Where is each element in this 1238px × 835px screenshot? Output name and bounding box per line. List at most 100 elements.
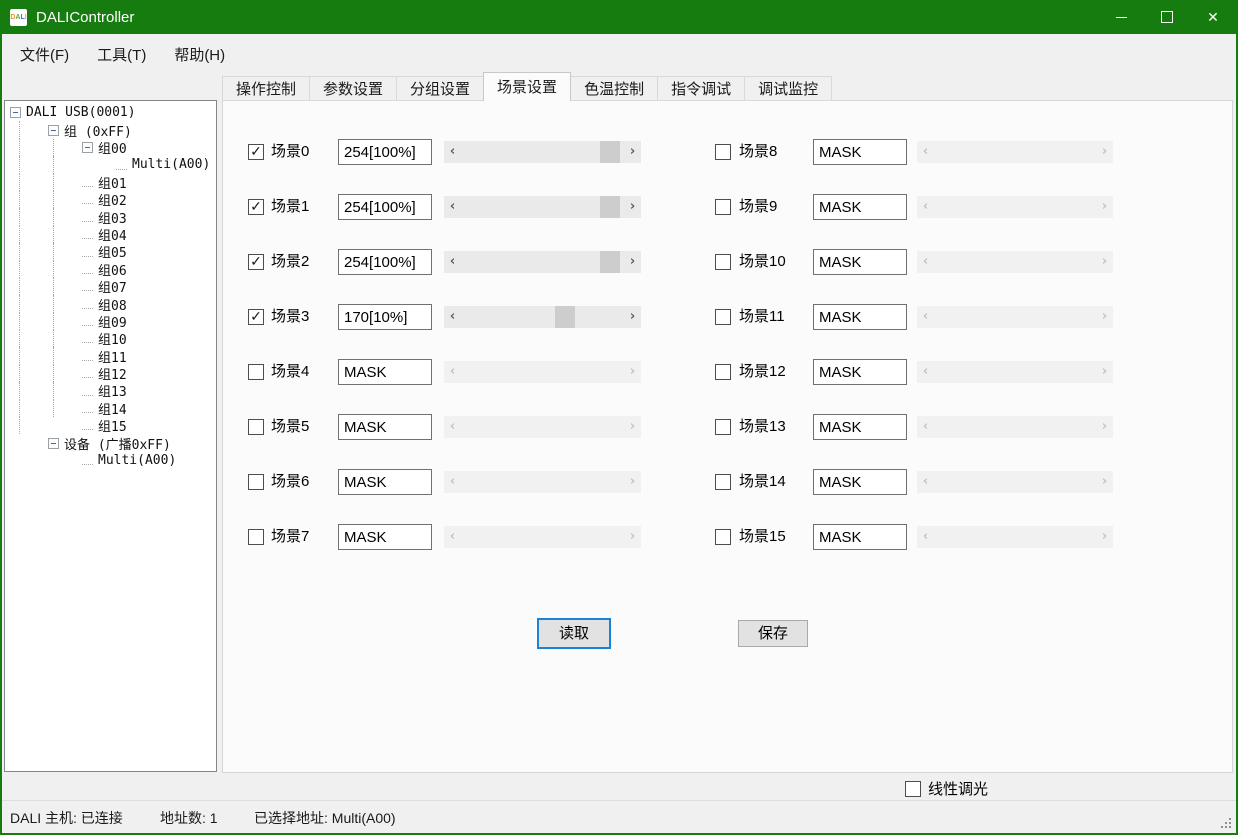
- minimize-button[interactable]: [1098, 0, 1144, 34]
- tree-item[interactable]: 组10: [5, 330, 216, 347]
- scene-row: ✓场景4‹›: [248, 359, 642, 385]
- scene-value-input[interactable]: [813, 139, 907, 165]
- scene-checkbox[interactable]: ✓: [715, 419, 731, 435]
- scroll-right-arrow[interactable]: ›: [624, 306, 641, 328]
- scene-value-input[interactable]: [338, 469, 432, 495]
- tree-collapse-icon[interactable]: [82, 142, 93, 153]
- scrollbar-thumb[interactable]: [600, 141, 620, 163]
- tree-item[interactable]: 组07: [5, 278, 216, 295]
- tree-item[interactable]: 组01: [5, 174, 216, 191]
- scene-value-input[interactable]: [338, 249, 432, 275]
- tree-item[interactable]: 组15: [5, 417, 216, 434]
- scroll-right-arrow[interactable]: ›: [624, 141, 641, 163]
- scene-checkbox[interactable]: ✓: [715, 144, 731, 160]
- tree-item[interactable]: 组 (0xFF): [5, 121, 216, 138]
- scene-value-input[interactable]: [338, 304, 432, 330]
- scene-checkbox[interactable]: ✓: [715, 199, 731, 215]
- tree-collapse-icon[interactable]: [48, 125, 59, 136]
- scroll-left-arrow[interactable]: ‹: [444, 196, 461, 218]
- scene-checkbox[interactable]: ✓: [248, 529, 264, 545]
- scene-checkbox[interactable]: ✓: [715, 529, 731, 545]
- menu-item-tools[interactable]: 工具(T): [83, 38, 160, 71]
- tab-scene-settings[interactable]: 场景设置: [483, 72, 571, 101]
- tree-collapse-icon[interactable]: [48, 438, 59, 449]
- scene-value-input[interactable]: [813, 469, 907, 495]
- tab-grouping-settings[interactable]: 分组设置: [396, 76, 484, 101]
- tree-item[interactable]: 组06: [5, 261, 216, 278]
- scene-value-input[interactable]: [813, 304, 907, 330]
- tree-item[interactable]: 组00: [5, 139, 216, 156]
- scene-label: 场景6: [271, 469, 309, 495]
- scrollbar-thumb[interactable]: [555, 306, 575, 328]
- scene-value-input[interactable]: [813, 194, 907, 220]
- read-button[interactable]: 读取: [537, 618, 611, 649]
- scene-level-scrollbar[interactable]: ‹›: [444, 141, 641, 163]
- scroll-left-arrow[interactable]: ‹: [444, 251, 461, 273]
- scene-row: ✓场景8‹›: [715, 139, 1114, 165]
- tab-operation-control[interactable]: 操作控制: [222, 76, 310, 101]
- scene-level-scrollbar[interactable]: ‹›: [444, 306, 641, 328]
- scrollbar-thumb[interactable]: [600, 251, 620, 273]
- scene-value-input[interactable]: [338, 139, 432, 165]
- scene-level-scrollbar[interactable]: ‹›: [444, 196, 641, 218]
- scene-checkbox[interactable]: ✓: [715, 474, 731, 490]
- tree-item[interactable]: 组14: [5, 400, 216, 417]
- menu-item-help[interactable]: 帮助(H): [160, 38, 239, 71]
- tree-guide-line: [53, 208, 73, 225]
- linear-dimming-option: ✓ 线性调光: [905, 778, 988, 799]
- tree-item[interactable]: 组03: [5, 208, 216, 225]
- tree-item[interactable]: Multi(A00): [5, 156, 216, 173]
- scene-checkbox[interactable]: ✓: [248, 474, 264, 490]
- linear-dimming-checkbox[interactable]: ✓: [905, 781, 921, 797]
- scroll-left-arrow[interactable]: ‹: [444, 306, 461, 328]
- scene-value-input[interactable]: [813, 359, 907, 385]
- scroll-right-arrow[interactable]: ›: [624, 196, 641, 218]
- tree-item[interactable]: DALI USB(0001): [5, 104, 216, 121]
- tab-debug-monitor[interactable]: 调试监控: [744, 76, 832, 101]
- maximize-button[interactable]: [1144, 0, 1190, 34]
- scene-checkbox[interactable]: ✓: [715, 364, 731, 380]
- status-address-count: 地址数: 1: [160, 808, 218, 828]
- tree-item[interactable]: 组12: [5, 365, 216, 382]
- scrollbar-thumb[interactable]: [600, 196, 620, 218]
- scene-checkbox[interactable]: ✓: [248, 419, 264, 435]
- tree-item[interactable]: 组02: [5, 191, 216, 208]
- tree-collapse-icon[interactable]: [10, 107, 21, 118]
- scene-checkbox[interactable]: ✓: [248, 144, 264, 160]
- scene-level-scrollbar: ‹›: [917, 141, 1113, 163]
- save-button[interactable]: 保存: [738, 620, 808, 647]
- scene-checkbox[interactable]: ✓: [248, 364, 264, 380]
- tree-item[interactable]: Multi(A00): [5, 452, 216, 469]
- menu-item-file[interactable]: 文件(F): [6, 38, 83, 71]
- scene-value-input[interactable]: [813, 524, 907, 550]
- tree-item[interactable]: 组13: [5, 382, 216, 399]
- scroll-right-arrow[interactable]: ›: [624, 251, 641, 273]
- scene-level-scrollbar[interactable]: ‹›: [444, 251, 641, 273]
- scene-checkbox[interactable]: ✓: [248, 254, 264, 270]
- resize-grip[interactable]: [1219, 816, 1231, 828]
- tab-command-debug[interactable]: 指令调试: [657, 76, 745, 101]
- tree-item[interactable]: 组04: [5, 226, 216, 243]
- tree-item[interactable]: 组11: [5, 347, 216, 364]
- scene-value-input[interactable]: [338, 524, 432, 550]
- scene-checkbox[interactable]: ✓: [715, 309, 731, 325]
- tab-color-temp-control[interactable]: 色温控制: [570, 76, 658, 101]
- tree-guide-line: [53, 330, 73, 347]
- scene-row: ✓场景1‹›: [248, 194, 642, 220]
- scene-value-input[interactable]: [338, 194, 432, 220]
- scene-checkbox[interactable]: ✓: [715, 254, 731, 270]
- tree-item[interactable]: 组08: [5, 295, 216, 312]
- scene-checkbox[interactable]: ✓: [248, 199, 264, 215]
- scene-value-input[interactable]: [338, 359, 432, 385]
- scene-value-input[interactable]: [813, 414, 907, 440]
- scroll-right-arrow: ›: [624, 361, 641, 383]
- close-button[interactable]: ✕: [1190, 0, 1236, 34]
- tree-item[interactable]: 组09: [5, 313, 216, 330]
- tab-parameter-settings[interactable]: 参数设置: [309, 76, 397, 101]
- tree-item[interactable]: 组05: [5, 243, 216, 260]
- scene-value-input[interactable]: [338, 414, 432, 440]
- scroll-left-arrow[interactable]: ‹: [444, 141, 461, 163]
- scene-checkbox[interactable]: ✓: [248, 309, 264, 325]
- scene-value-input[interactable]: [813, 249, 907, 275]
- tree-item[interactable]: 设备 (广播0xFF): [5, 434, 216, 451]
